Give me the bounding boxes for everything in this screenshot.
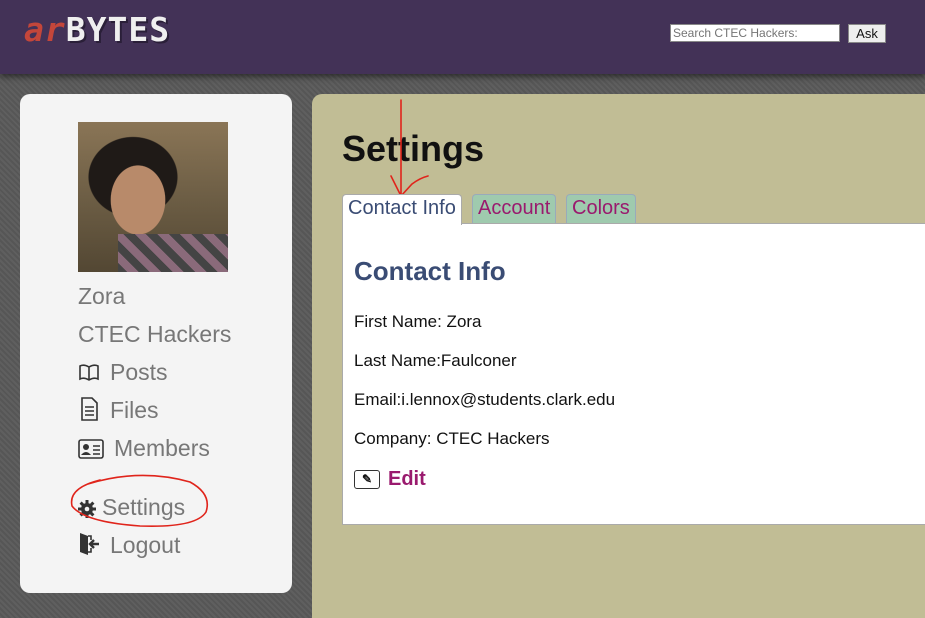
tab-contact-info[interactable]: Contact Info	[342, 194, 462, 225]
company-field: Company: CTEC Hackers	[354, 429, 550, 448]
sidebar-item-label: Members	[114, 435, 210, 461]
ask-button[interactable]: Ask	[848, 24, 886, 43]
email-field: Email:i.lennox@students.clark.edu	[354, 390, 616, 409]
first-name-field: First Name: Zora	[354, 312, 482, 331]
sidebar-item-settings[interactable]: Settings	[78, 494, 185, 521]
org-name[interactable]: CTEC Hackers	[78, 321, 231, 348]
sidebar-item-posts[interactable]: Posts	[78, 359, 168, 386]
sidebar-item-label: Posts	[110, 359, 168, 385]
book-icon	[78, 361, 100, 383]
site-logo[interactable]: arBYTES	[24, 10, 170, 50]
logo-prefix: ar	[24, 10, 66, 49]
gear-icon	[78, 497, 96, 519]
sidebar-item-label: Files	[110, 397, 159, 423]
pencil-icon: ✎	[354, 470, 380, 489]
avatar	[78, 122, 228, 272]
logout-icon	[78, 532, 100, 555]
sidebar-item-members[interactable]: Members	[78, 435, 210, 462]
search-input[interactable]	[670, 24, 840, 42]
top-header: arBYTES Ask	[0, 0, 925, 74]
tab-colors[interactable]: Colors	[566, 194, 636, 223]
document-icon	[78, 397, 100, 421]
user-name[interactable]: Zora	[78, 283, 125, 310]
sidebar: Zora CTEC Hackers Posts Files Members Se…	[20, 94, 292, 593]
section-title: Contact Info	[354, 256, 506, 286]
contact-info-panel: Contact Info First Name: Zora Last Name:…	[342, 223, 925, 525]
tab-account[interactable]: Account	[472, 194, 556, 223]
avatar-collar	[118, 234, 228, 272]
sidebar-item-logout[interactable]: Logout	[78, 532, 180, 559]
main-panel: Settings Contact Info Account Colors Con…	[312, 94, 925, 618]
edit-link[interactable]: ✎ Edit	[354, 468, 426, 491]
id-card-icon	[78, 438, 104, 460]
last-name-field: Last Name:Faulconer	[354, 351, 517, 370]
edit-label: Edit	[388, 468, 426, 490]
sidebar-item-files[interactable]: Files	[78, 397, 159, 424]
logo-main: BYTES	[65, 10, 171, 49]
sidebar-item-label: Settings	[102, 494, 186, 520]
page-title: Settings	[342, 128, 485, 169]
sidebar-item-label: Logout	[110, 532, 181, 558]
